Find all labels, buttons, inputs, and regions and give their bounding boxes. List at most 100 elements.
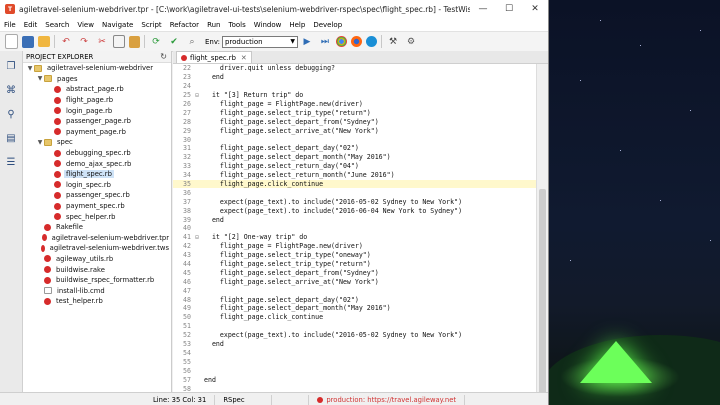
menu-develop[interactable]: Develop [309,21,346,29]
code-line[interactable]: 27 flight_page.select_trip_type("return"… [173,108,537,117]
explorer-files-icon[interactable]: ❐ [4,59,18,73]
minimize-button[interactable]: — [470,4,496,14]
scrollbar-thumb[interactable] [539,189,546,394]
code-line[interactable]: 47 [173,286,537,295]
current-code-line[interactable]: 35 flight_page.click_continue [173,179,537,189]
menu-window[interactable]: Window [250,21,286,29]
copy-icon[interactable] [113,35,125,48]
code-line[interactable]: 50 flight_page.click_continue [173,313,537,322]
settings-icon[interactable]: ⚙ [404,35,418,49]
tree-file[interactable]: Rakefile [23,222,171,233]
find-icon[interactable]: ⌕ [185,35,199,49]
tree-folder[interactable]: ▼ spec [23,137,171,148]
tree-file[interactable]: spec_helper.rb [23,211,171,222]
code-line[interactable]: 41 ⊟ it "[2] One-way trip" do [173,233,537,242]
chrome-icon[interactable] [335,36,347,47]
edge-icon[interactable] [365,36,377,47]
fold-toggle-icon[interactable]: ⊟ [193,92,201,99]
tree-file[interactable]: debugging_spec.rb [23,148,171,159]
explorer-refresh-icon[interactable]: ↻ [160,52,167,61]
tree-file[interactable]: agiletravel-selenium-webdriver.tws [23,243,171,254]
menu-script[interactable]: Script [137,21,165,29]
tree-file[interactable]: install-lib.cmd [23,285,171,296]
code-line[interactable]: 30 [173,135,537,144]
code-line[interactable]: 28 flight_page.select_depart_from("Sydne… [173,117,537,126]
paste-icon[interactable] [129,35,140,48]
tree-file[interactable]: flight_spec.rb [23,169,171,180]
code-line[interactable]: 26 flight_page = FlightPage.new(driver) [173,100,537,109]
code-line[interactable]: 57 end [173,375,537,384]
code-line[interactable]: 29 flight_page.select_arrive_at("New Yor… [173,126,537,135]
close-button[interactable]: ✕ [522,4,548,14]
redo-icon[interactable]: ↷ [77,35,91,49]
tree-file[interactable]: login_spec.rb [23,180,171,191]
cut-icon[interactable]: ✂ [95,35,109,49]
save-icon[interactable] [22,35,34,48]
code-line[interactable]: 24 [173,82,537,91]
code-line[interactable]: 45 flight_page.select_depart_from("Sydne… [173,268,537,277]
code-line[interactable]: 44 flight_page.select_trip_type("return"… [173,260,537,269]
maximize-button[interactable]: ☐ [496,4,522,14]
vertical-scrollbar[interactable] [536,64,548,394]
code-line[interactable]: 52 expect(page_text).to include("2016-05… [173,331,537,340]
code-line[interactable]: 51 [173,322,537,331]
refresh-icon[interactable]: ⟳ [149,35,163,49]
code-line[interactable]: 48 flight_page.select_depart_day("02") [173,295,537,304]
fold-toggle-icon[interactable]: ⊟ [193,234,201,241]
menu-refactor[interactable]: Refactor [166,21,203,29]
menu-file[interactable]: File [0,21,20,29]
menu-search[interactable]: Search [41,21,73,29]
code-line[interactable]: 49 flight_page.select_depart_month("May … [173,304,537,313]
collapse-twisty-icon[interactable]: ▼ [36,139,44,146]
code-line[interactable]: 53 end [173,340,537,349]
code-line[interactable]: 31 flight_page.select_depart_day("02") [173,144,537,153]
menu-edit[interactable]: Edit [20,21,42,29]
save-all-icon[interactable] [38,36,50,47]
collapse-twisty-icon[interactable]: ▼ [36,75,44,82]
firefox-icon[interactable] [350,36,362,47]
code-line[interactable]: 23 end [173,73,537,82]
tree-file[interactable]: agiletravel-selenium-webdriver.tpr [23,233,171,244]
menu-tools[interactable]: Tools [225,21,250,29]
tree-file[interactable]: flight_page.rb [23,95,171,106]
code-line[interactable]: 32 flight_page.select_depart_month("May … [173,153,537,162]
undo-icon[interactable]: ↶ [59,35,73,49]
tree-file[interactable]: test_helper.rb [23,296,171,307]
code-line[interactable]: 56 [173,366,537,375]
code-line[interactable]: 43 flight_page.select_trip_type("oneway"… [173,251,537,260]
tree-file[interactable]: payment_page.rb [23,127,171,138]
code-area[interactable]: 22 driver.quit unless debugging? 23 end 24… [173,64,537,393]
code-line[interactable]: 55 [173,357,537,366]
tab-close-icon[interactable]: ✕ [241,54,247,62]
env-select[interactable]: production ▼ [221,35,298,48]
code-line[interactable]: 37 expect(page_text).to include("2016-05… [173,197,537,206]
tree-folder[interactable]: ▼ agiletravel-selenium-webdriver [23,63,171,74]
code-line[interactable]: 40 [173,224,537,233]
collapse-twisty-icon[interactable]: ▼ [26,65,34,72]
tree-file[interactable]: payment_spec.rb [23,201,171,212]
code-line[interactable]: 46 flight_page.select_arrive_at("New Yor… [173,277,537,286]
env-status[interactable]: production: https://travel.agileway.net [309,394,466,405]
code-line[interactable]: 36 [173,188,537,197]
tree-file[interactable]: demo_ajax_spec.rb [23,158,171,169]
tab-flight-spec[interactable]: flight_spec.rb ✕ [176,51,252,63]
tree-file[interactable]: passenger_spec.rb [23,190,171,201]
clipboard-icon[interactable]: ▤ [4,131,18,145]
code-line[interactable]: 39 end [173,215,537,224]
search-icon[interactable]: ⚲ [4,107,18,121]
tools-icon[interactable]: ⚒ [386,35,400,49]
menu-help[interactable]: Help [285,21,309,29]
code-line[interactable]: 54 [173,349,537,358]
run-all-icon[interactable]: ⏭ [318,35,332,49]
run-icon[interactable]: ▶ [300,35,314,49]
menu-view[interactable]: View [73,21,98,29]
code-line[interactable]: 42 flight_page = FlightPage.new(driver) [173,242,537,251]
menu-navigate[interactable]: Navigate [98,21,137,29]
check-icon[interactable]: ✔ [167,35,181,49]
tree-file[interactable]: passenger_page.rb [23,116,171,127]
tree-folder[interactable]: ▼ pages [23,74,171,85]
new-file-icon[interactable] [5,34,18,49]
code-line[interactable]: 22 driver.quit unless debugging? [173,64,537,73]
tree-file[interactable]: buildwise.rake [23,264,171,275]
tree-file[interactable]: abstract_page.rb [23,84,171,95]
